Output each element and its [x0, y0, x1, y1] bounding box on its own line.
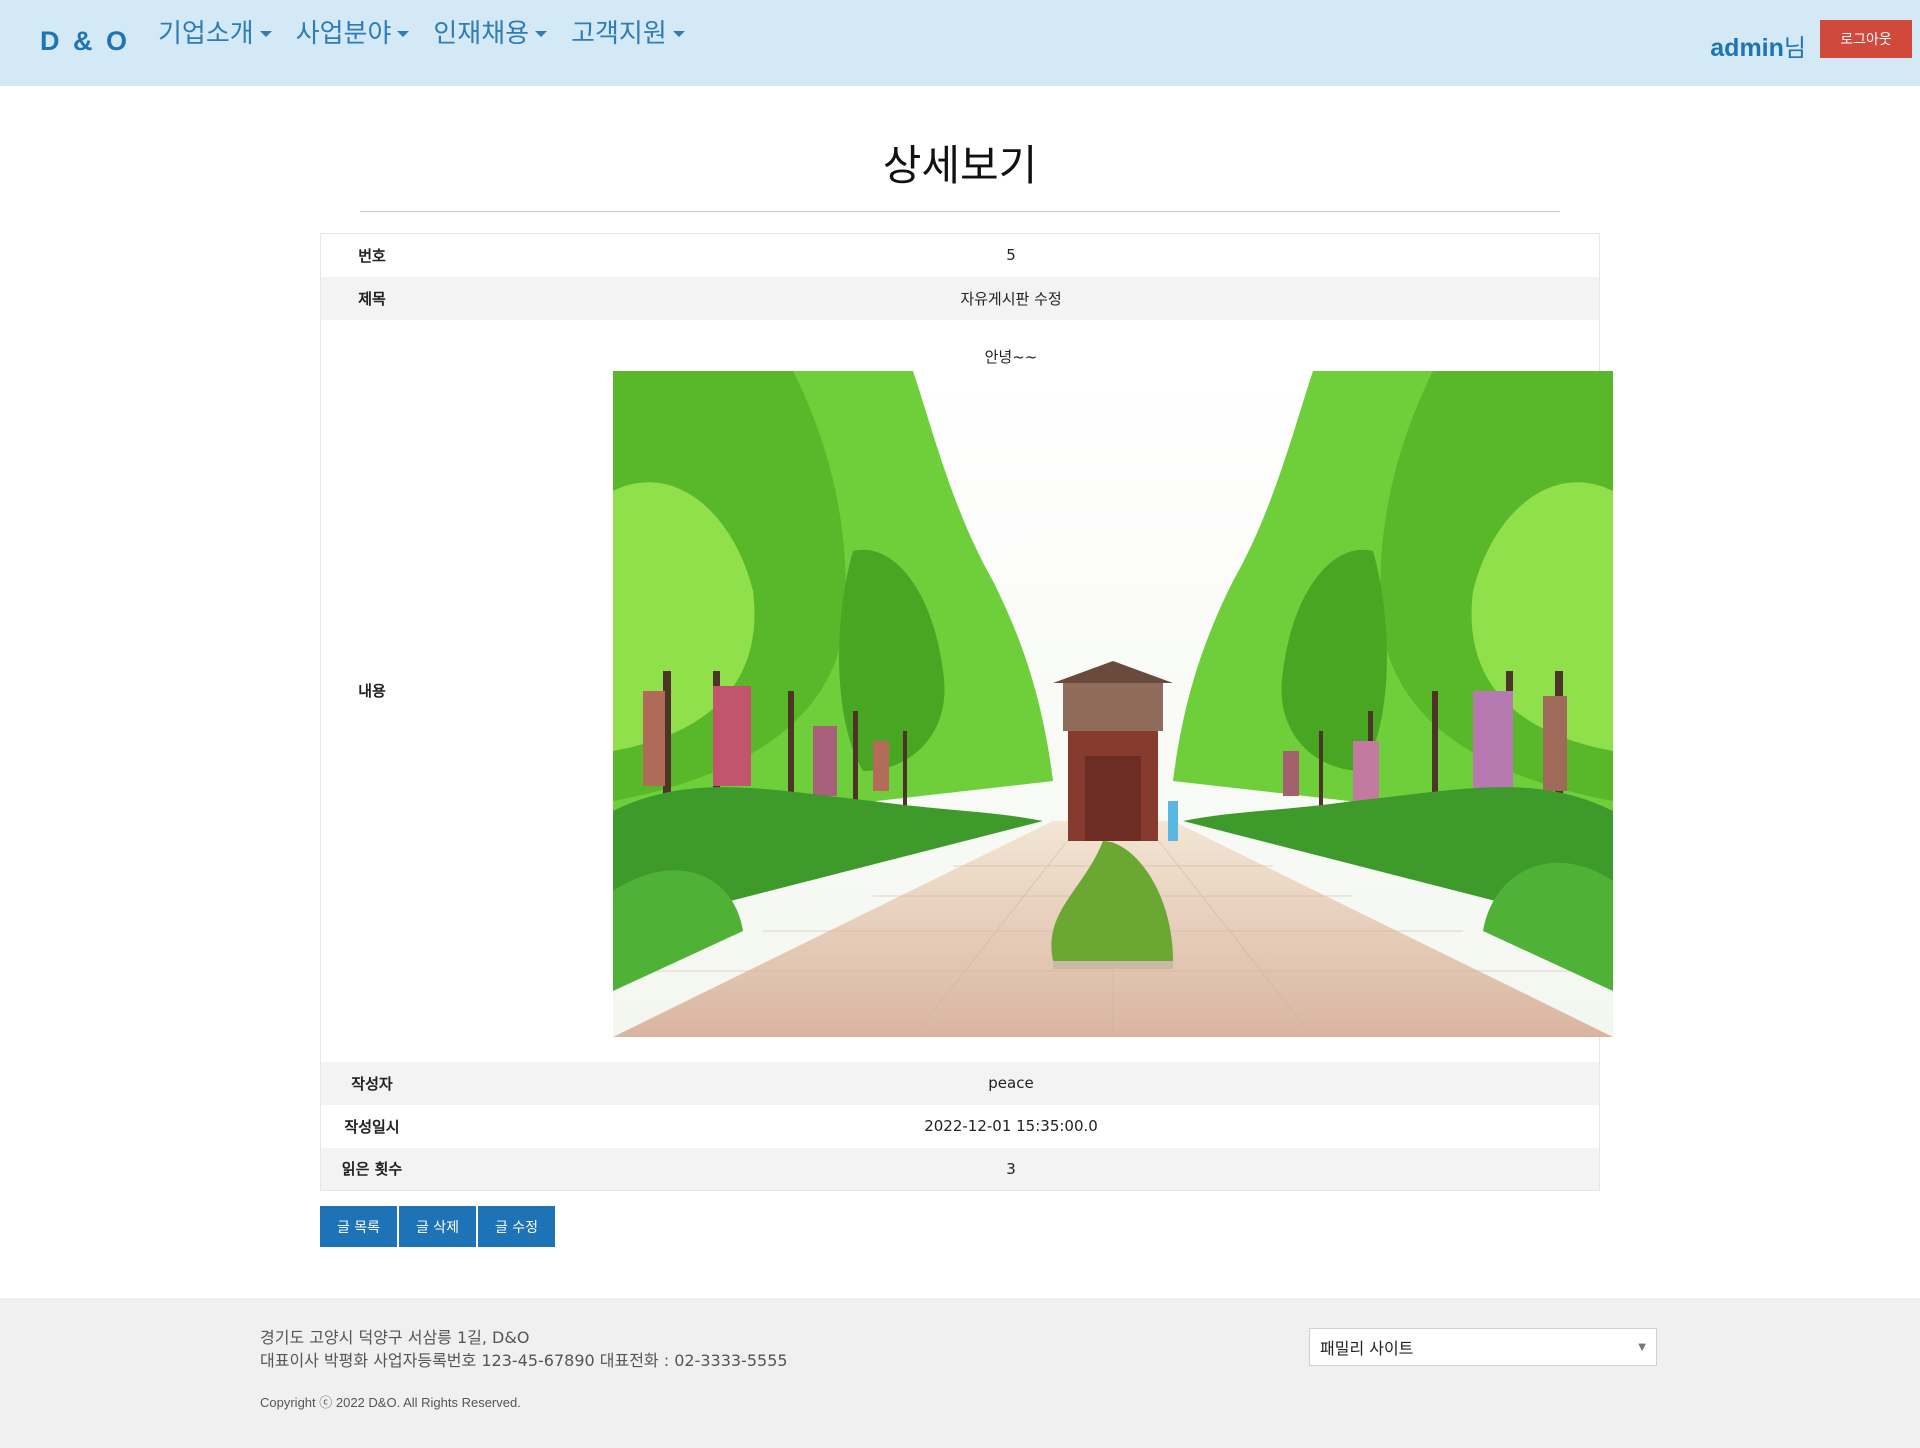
- dropdown-arrow-icon: ▼: [1638, 1341, 1646, 1353]
- family-site-label: 패밀리 사이트: [1320, 1339, 1414, 1358]
- footer-copyright: Copyright ⓒ 2022 D&O. All Rights Reserve…: [260, 1395, 521, 1410]
- writer-label: 작성자: [351, 1074, 393, 1093]
- content-text: 안녕~~: [984, 347, 1038, 366]
- date-label: 작성일시: [344, 1117, 400, 1136]
- main-nav: 기업소개 사업분야 인재채용 고객지원: [158, 13, 709, 50]
- edit-button[interactable]: 글 수정: [478, 1206, 555, 1247]
- nav-company-intro[interactable]: 기업소개: [158, 13, 272, 50]
- nav-label: 고객지원: [571, 19, 667, 49]
- nav-label: 인재채용: [433, 19, 530, 49]
- footer-address: 경기도 고양시 덕양구 서삼릉 1길, D&O: [260, 1328, 530, 1347]
- caret-down-icon: [672, 30, 685, 37]
- post-detail-table: 번호 5 제목 자유게시판 수정 내용 안녕~~ 작성자 peace 작성일시 …: [320, 233, 1613, 1191]
- content-cell: 안녕~~: [423, 319, 1613, 1062]
- site-logo[interactable]: D & O: [40, 26, 130, 57]
- subject-value: 자유게시판 수정: [960, 289, 1062, 308]
- post-actions: 글 목록 글 삭제 글 수정: [320, 1206, 557, 1247]
- table-row: 번호 5: [320, 233, 1600, 277]
- footer-company-info: 대표이사 박평화 사업자등록번호 123-45-67890 대표전화 : 02-…: [260, 1351, 788, 1370]
- views-label: 읽은 횟수: [341, 1160, 403, 1179]
- table-row: 내용 안녕~~: [320, 319, 1613, 1062]
- caret-down-icon: [535, 30, 548, 37]
- table-row: 작성자 peace: [320, 1061, 1600, 1105]
- date-value: 2022-12-01 15:35:00.0: [924, 1117, 1098, 1135]
- number-value: 5: [1006, 246, 1016, 265]
- caret-down-icon: [259, 30, 272, 37]
- content-label: 내용: [320, 319, 423, 1062]
- nav-business[interactable]: 사업분야: [296, 13, 410, 50]
- family-site-select[interactable]: 패밀리 사이트 ▼: [1309, 1328, 1657, 1366]
- list-button[interactable]: 글 목록: [320, 1206, 397, 1247]
- site-footer: 경기도 고양시 덕양구 서삼릉 1길, D&O 대표이사 박평화 사업자등록번호…: [0, 1298, 1920, 1448]
- table-row: 작성일시 2022-12-01 15:35:00.0: [320, 1104, 1600, 1148]
- writer-value: peace: [988, 1074, 1034, 1092]
- table-row: 읽은 횟수 3: [320, 1147, 1600, 1191]
- page-title: 상세보기: [882, 141, 1038, 190]
- nav-support[interactable]: 고객지원: [571, 13, 685, 50]
- caret-down-icon: [397, 30, 410, 37]
- user-name: admin: [1710, 34, 1784, 62]
- nav-label: 기업소개: [158, 19, 254, 49]
- user-greeting: admin님: [1710, 28, 1806, 63]
- subject-label: 제목: [358, 289, 386, 308]
- number-label: 번호: [358, 246, 386, 265]
- nav-label: 사업분야: [295, 19, 392, 49]
- delete-button[interactable]: 글 삭제: [399, 1206, 476, 1247]
- top-navbar: D & O 기업소개 사업분야 인재채용 고객지원 admin님 로그아웃: [0, 0, 1920, 86]
- views-value: 3: [1006, 1159, 1016, 1178]
- footer-info: 경기도 고양시 덕양구 서삼릉 1길, D&O 대표이사 박평화 사업자등록번호…: [260, 1326, 788, 1372]
- content-photo: [613, 370, 1613, 1037]
- nav-recruit[interactable]: 인재채용: [433, 13, 548, 50]
- logout-button[interactable]: 로그아웃: [1820, 20, 1912, 58]
- table-row: 제목 자유게시판 수정: [320, 276, 1600, 320]
- user-suffix: 님: [1783, 34, 1806, 62]
- title-divider: [360, 211, 1560, 212]
